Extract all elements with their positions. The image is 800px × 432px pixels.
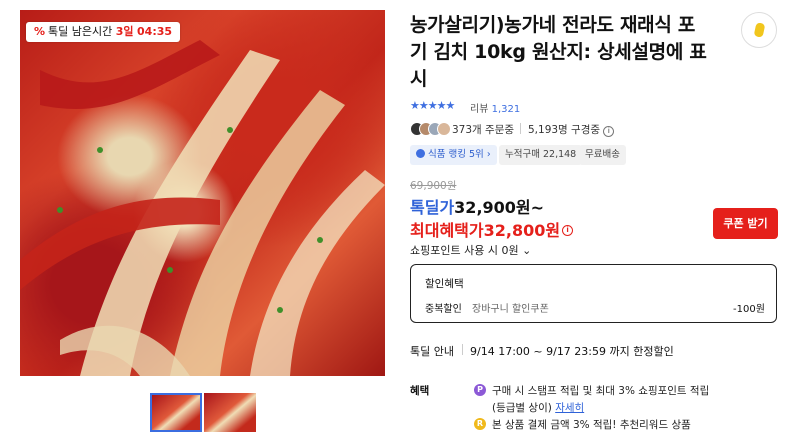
viewers-count-text: 5,193명 구경중 <box>528 124 601 136</box>
deal-timer-time: 04:35 <box>137 25 173 38</box>
info-icon[interactable]: i <box>603 126 615 137</box>
avatar <box>437 122 451 136</box>
product-title: 농가살리기)농가네 전라도 재래식 포기 김치 10kg 원산지: 상세설명에 … <box>410 14 707 90</box>
divider <box>462 344 463 355</box>
share-button[interactable] <box>741 12 777 48</box>
perk-stamp-line1: 구매 시 스탬프 적립 및 최대 3% 쇼핑포인트 적립 <box>492 385 710 397</box>
review-link[interactable]: 리뷰 1,321 <box>470 100 520 115</box>
buyer-avatars <box>410 122 451 136</box>
thumbnail-2[interactable] <box>204 393 256 432</box>
chevron-down-icon: ⌄ <box>522 244 532 257</box>
cumulative-purchase-tag: 누적구매 22,148 <box>499 145 583 165</box>
viewers-count: 5,193명 구경중 i <box>528 122 615 137</box>
divider <box>520 123 521 134</box>
product-image <box>20 10 385 376</box>
food-ranking-text: 식품 랭킹 5위 <box>428 149 484 160</box>
free-shipping-tag: 무료배송 <box>579 145 626 165</box>
orders-count: 373개 주문중 <box>452 124 515 136</box>
perk-stamp-point: 구매 시 스탬프 적립 및 최대 3% 쇼핑포인트 적립 (등급별 상이) 자세… <box>492 383 709 417</box>
max-benefit-price: 32,800원 <box>483 221 561 240</box>
deal-info-label: 톡딜 안내 <box>410 345 454 358</box>
info-icon[interactable]: i <box>562 225 574 236</box>
perk-recommend-reward: 본 상품 결제 금액 3% 적립! 추천리워드 상품 <box>492 419 691 431</box>
benefit-title: 할인혜택 <box>425 278 464 290</box>
benefit-amount: -100원 <box>733 304 765 315</box>
list-price: 69,900원 <box>410 180 457 192</box>
food-ranking-tag[interactable]: 식품 랭킹 5위 › <box>410 145 497 165</box>
deal-timer-days: 3일 <box>115 25 134 38</box>
review-count: 1,321 <box>491 104 521 115</box>
share-icon <box>753 22 766 38</box>
discount-percent-icon: % <box>34 25 46 38</box>
max-benefit-label: 최대혜택가 <box>410 221 484 240</box>
perk-details-link[interactable]: 자세히 <box>555 402 584 414</box>
reward-icon: R <box>474 418 486 430</box>
max-benefit-price-line: 최대혜택가32,800원 i <box>410 217 574 241</box>
ranking-icon <box>416 149 425 158</box>
deal-timer-badge: % 톡딜 남은시간 3일 04:35 <box>26 22 181 42</box>
perks-label: 혜택 <box>410 385 430 397</box>
perk-stamp-line2: (등급별 상이) <box>492 402 552 414</box>
deal-price: 32,900원~ <box>454 198 545 217</box>
point-usage-text: 쇼핑포인트 사용 시 0원 <box>410 244 519 257</box>
discount-benefit-box <box>410 264 777 323</box>
review-label: 리뷰 <box>470 104 489 115</box>
deal-info-period: 9/14 17:00 ~ 9/17 23:59 까지 한정할인 <box>470 345 674 358</box>
coupon-button[interactable]: 쿠폰 받기 <box>713 208 778 239</box>
point-icon: P <box>474 384 486 396</box>
thumbnail-1[interactable] <box>150 393 202 432</box>
benefit-kind: 중복할인 <box>425 304 462 315</box>
benefit-description: 장바구니 할인쿠폰 <box>472 304 549 315</box>
rating-stars-icon: ★★★★★ <box>410 99 455 112</box>
point-usage-toggle[interactable]: 쇼핑포인트 사용 시 0원 ⌄ <box>410 242 531 258</box>
kimchi-illustration <box>20 40 385 376</box>
deal-price-label: 톡딜가 <box>410 198 455 217</box>
deal-timer-label: 톡딜 남은시간 <box>48 25 113 38</box>
deal-price-line: 톡딜가32,900원~ <box>410 194 544 218</box>
